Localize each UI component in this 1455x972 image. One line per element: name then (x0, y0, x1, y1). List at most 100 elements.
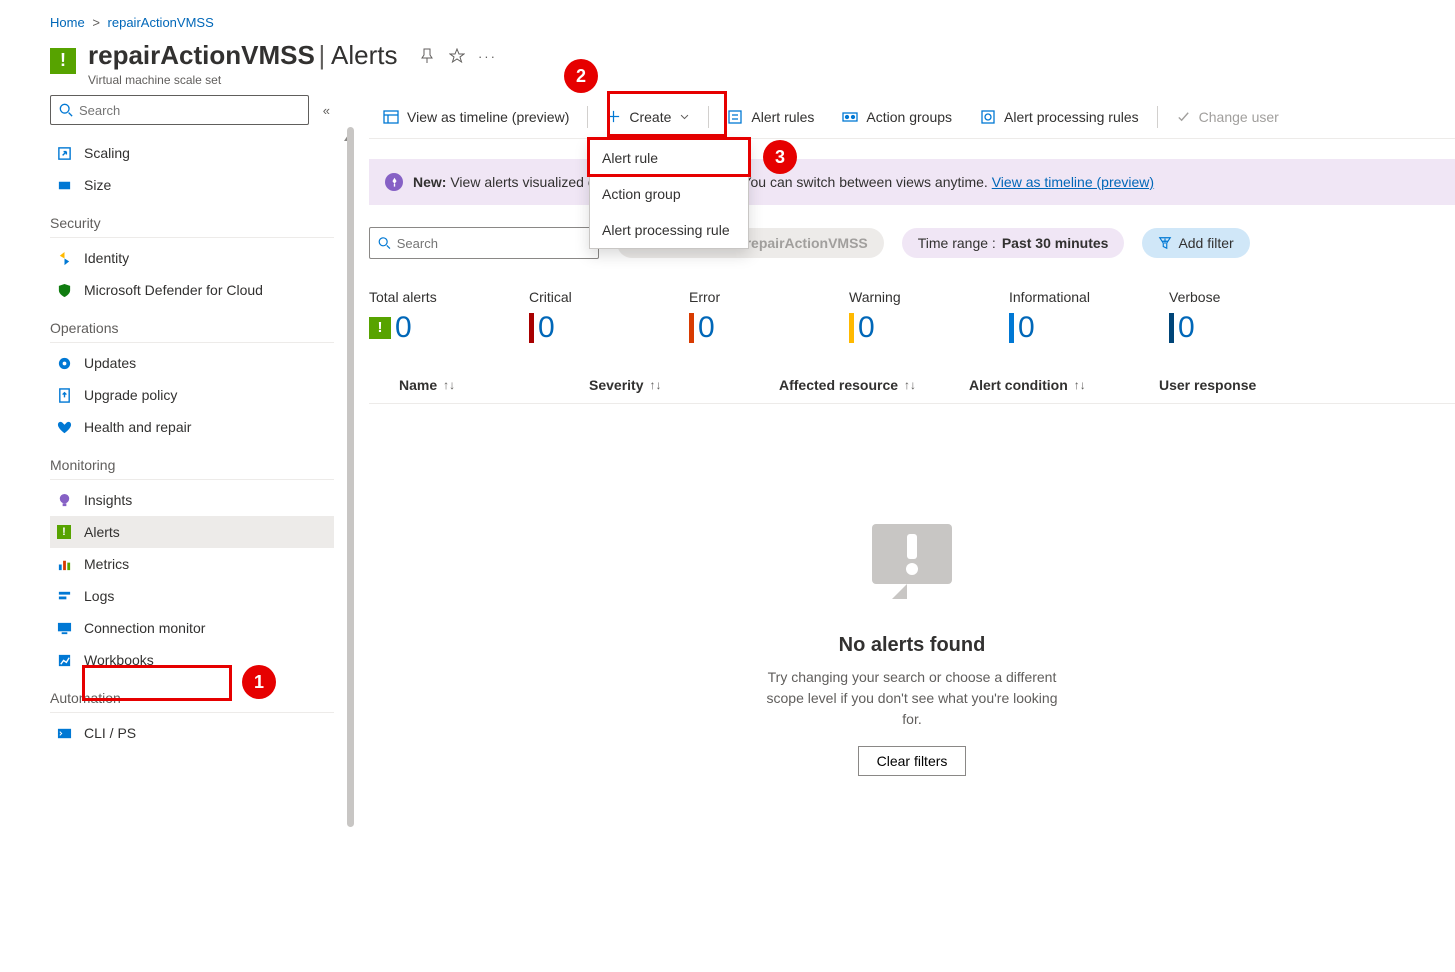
view-timeline-label: View as timeline (preview) (407, 109, 569, 125)
scaling-icon (56, 145, 72, 161)
breadcrumb: Home > repairActionVMSS (50, 15, 1455, 30)
resource-icon (50, 48, 76, 74)
action-groups-button[interactable]: Action groups (828, 95, 966, 138)
sidebar-item-label: Health and repair (84, 419, 191, 435)
resource-type: Virtual machine scale set (88, 73, 397, 87)
table-header: Name↑↓ Severity↑↓ Affected resource↑↓ Al… (369, 367, 1455, 404)
sidebar-item-label: Microsoft Defender for Cloud (84, 282, 263, 298)
empty-icon (852, 514, 972, 614)
total-icon (369, 317, 391, 339)
breadcrumb-home[interactable]: Home (50, 15, 85, 30)
info-banner: New: View alerts visualized on a ture of… (369, 159, 1455, 205)
sidebar-item-health[interactable]: Health and repair (50, 411, 334, 443)
alert-search-input[interactable] (397, 236, 590, 251)
annotation-box-2 (607, 91, 727, 137)
sidebar-item-label: Connection monitor (84, 620, 205, 636)
sidebar-item-defender[interactable]: Microsoft Defender for Cloud (50, 274, 334, 306)
collapse-sidebar-icon[interactable]: « (319, 99, 334, 122)
page-title: repairActionVMSS (88, 40, 315, 70)
alert-icon: ! (56, 524, 72, 540)
sidebar-item-scaling[interactable]: Scaling (50, 137, 334, 169)
page-header: repairActionVMSS | Alerts Virtual machin… (50, 40, 1455, 87)
dd-alert-rule[interactable]: Alert rule (590, 140, 748, 176)
sidebar-item-label: Insights (84, 492, 132, 508)
bulb-icon (56, 492, 72, 508)
empty-desc: Try changing your search or choose a dif… (762, 667, 1062, 730)
sidebar-item-label: Size (84, 177, 111, 193)
filter-bar: Resource name : repairActionVMSS Time ra… (369, 227, 1455, 259)
size-icon (56, 177, 72, 193)
time-filter-pill[interactable]: Time range : Past 30 minutes (902, 228, 1125, 258)
dd-processing-rule[interactable]: Alert processing rule (590, 212, 748, 248)
sidebar-item-label: Identity (84, 250, 129, 266)
toolbar: View as timeline (preview) Create Alert … (369, 95, 1455, 139)
change-user-button[interactable]: Change user (1162, 95, 1293, 138)
nav-group-operations: Operations (50, 306, 334, 343)
sidebar-item-identity[interactable]: Identity (50, 242, 334, 274)
create-dropdown: Alert rule Action group Alert processing… (589, 139, 749, 249)
pin-icon[interactable] (419, 48, 435, 64)
view-timeline-button[interactable]: View as timeline (preview) (369, 95, 583, 138)
sidebar-item-label: Updates (84, 355, 136, 371)
add-filter-button[interactable]: Add filter (1142, 228, 1249, 258)
chart-icon (56, 556, 72, 572)
sidebar-item-workbooks[interactable]: Workbooks (50, 644, 334, 676)
page-section: Alerts (331, 40, 397, 70)
monitor-icon (56, 620, 72, 636)
sidebar-item-alerts[interactable]: ! Alerts (50, 516, 334, 548)
metric-error[interactable]: Error 0 (689, 289, 779, 345)
identity-icon (56, 250, 72, 266)
col-response[interactable]: User response (1159, 377, 1309, 393)
col-severity[interactable]: Severity↑↓ (589, 377, 779, 393)
metric-critical[interactable]: Critical 0 (529, 289, 619, 345)
empty-title: No alerts found (369, 634, 1455, 657)
sidebar-search[interactable] (50, 95, 309, 125)
col-affected[interactable]: Affected resource↑↓ (779, 377, 969, 393)
empty-state: No alerts found Try changing your search… (369, 514, 1455, 776)
nav-group-security: Security (50, 201, 334, 238)
metric-total[interactable]: Total alerts 0 (369, 289, 459, 345)
change-user-label: Change user (1199, 109, 1279, 125)
sidebar-item-upgrade-policy[interactable]: Upgrade policy (50, 379, 334, 411)
metric-info[interactable]: Informational 0 (1009, 289, 1099, 345)
action-groups-label: Action groups (866, 109, 952, 125)
processing-rules-button[interactable]: Alert processing rules (966, 95, 1153, 138)
logs-icon (56, 588, 72, 604)
annotation-badge-2: 2 (564, 59, 598, 93)
annotation-badge-1: 1 (242, 665, 276, 699)
col-name[interactable]: Name↑↓ (399, 377, 589, 393)
nav-group-monitoring: Monitoring (50, 443, 334, 480)
sidebar-item-label: CLI / PS (84, 725, 136, 741)
sidebar-item-label: Upgrade policy (84, 387, 177, 403)
heart-icon (56, 419, 72, 435)
dd-action-group[interactable]: Action group (590, 176, 748, 212)
sidebar-item-size[interactable]: Size (50, 169, 334, 201)
metric-warning[interactable]: Warning 0 (849, 289, 939, 345)
banner-prefix: New: (413, 174, 446, 190)
sidebar-item-label: Alerts (84, 524, 120, 540)
sidebar-item-insights[interactable]: Insights (50, 484, 334, 516)
favorite-icon[interactable] (449, 48, 465, 64)
sidebar-item-metrics[interactable]: Metrics (50, 548, 334, 580)
sidebar-item-cli[interactable]: CLI / PS (50, 717, 334, 749)
sidebar-item-connection-monitor[interactable]: Connection monitor (50, 612, 334, 644)
sidebar: « Scaling Size Security Identity Microso… (50, 95, 350, 776)
clear-filters-button[interactable]: Clear filters (858, 746, 967, 776)
alert-search[interactable] (369, 227, 599, 259)
alert-rules-button[interactable]: Alert rules (713, 95, 828, 138)
breadcrumb-current[interactable]: repairActionVMSS (108, 15, 214, 30)
col-condition[interactable]: Alert condition↑↓ (969, 377, 1159, 393)
sidebar-search-input[interactable] (79, 103, 300, 118)
metric-verbose[interactable]: Verbose 0 (1169, 289, 1259, 345)
main-content: View as timeline (preview) Create Alert … (350, 95, 1455, 776)
more-icon[interactable]: ··· (479, 48, 495, 64)
scrollbar[interactable] (347, 127, 354, 827)
banner-link[interactable]: View as timeline (preview) (992, 174, 1154, 190)
shield-icon (56, 282, 72, 298)
alert-rules-label: Alert rules (751, 109, 814, 125)
sidebar-item-label: Workbooks (84, 652, 154, 668)
sidebar-item-logs[interactable]: Logs (50, 580, 334, 612)
sidebar-item-label: Metrics (84, 556, 129, 572)
metrics-row: Total alerts 0 Critical 0 Error 0 Warnin… (369, 289, 1455, 345)
sidebar-item-updates[interactable]: Updates (50, 347, 334, 379)
